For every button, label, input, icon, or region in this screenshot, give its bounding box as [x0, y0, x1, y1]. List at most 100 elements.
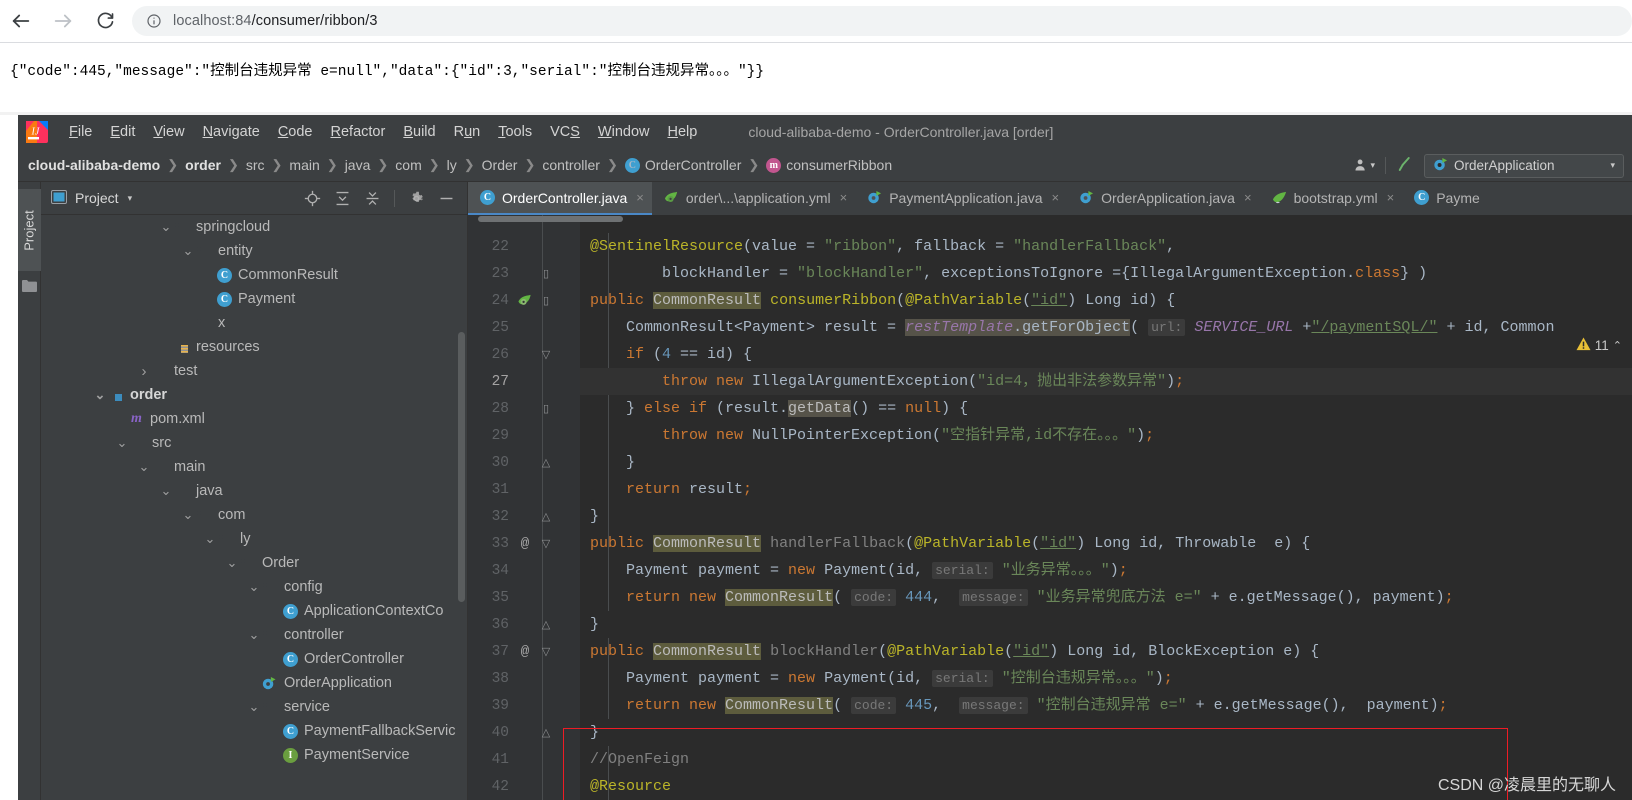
- code-line-23[interactable]: blockHandler = "blockHandler", exception…: [590, 260, 1427, 287]
- gutter-line-40[interactable]: 40 △: [468, 719, 580, 746]
- code-line-39[interactable]: return new CommonResult( code: 445, mess…: [590, 692, 1448, 719]
- folder-icon[interactable]: [22, 279, 37, 295]
- chevron-down-icon[interactable]: ⌄: [159, 220, 173, 233]
- menu-item-run[interactable]: Run: [445, 122, 490, 142]
- chevron-down-icon[interactable]: ▾: [128, 193, 133, 204]
- gutter-line-35[interactable]: 35: [468, 584, 580, 611]
- user-settings-icon[interactable]: ▾: [1353, 157, 1375, 174]
- code-line-36[interactable]: }: [590, 611, 599, 638]
- code-line-22[interactable]: @SentinelResource(value = "ribbon", fall…: [590, 233, 1175, 260]
- locate-icon[interactable]: [304, 190, 321, 207]
- fold-marker[interactable]: △: [536, 456, 556, 469]
- menu-item-edit[interactable]: Edit: [101, 122, 144, 142]
- hammer-icon[interactable]: [1396, 155, 1414, 176]
- tree-node-java[interactable]: ⌄ java: [41, 479, 467, 503]
- breadcrumb-item-cloud-alibaba-demo[interactable]: cloud-alibaba-demo: [28, 157, 160, 173]
- editor-tab-orderapplication-java[interactable]: OrderApplication.java ×: [1067, 182, 1259, 215]
- breadcrumb-item-order[interactable]: order: [185, 157, 221, 173]
- menu-item-refactor[interactable]: Refactor: [322, 122, 395, 142]
- chevron-down-icon[interactable]: ⌄: [115, 436, 129, 449]
- editor-tab-payme[interactable]: C Payme: [1402, 182, 1488, 215]
- tree-node-main[interactable]: ⌄ main: [41, 455, 467, 479]
- tree-node-x[interactable]: x: [41, 311, 467, 335]
- chevron-down-icon[interactable]: ⌄: [247, 700, 261, 713]
- code-line-42[interactable]: @Resource: [590, 773, 671, 800]
- close-icon[interactable]: ×: [636, 190, 644, 205]
- breadcrumb-item-java[interactable]: java: [345, 157, 371, 173]
- fold-marker[interactable]: △: [536, 510, 556, 523]
- reload-button[interactable]: [84, 0, 126, 42]
- code-line-40[interactable]: }: [590, 719, 599, 746]
- code-line-24[interactable]: public CommonResult consumerRibbon(@Path…: [590, 287, 1175, 314]
- fold-marker[interactable]: ▯: [536, 294, 556, 307]
- tree-node-pom-xml[interactable]: m pom.xml: [41, 407, 467, 431]
- code-line-28[interactable]: } else if (result.getData() == null) {: [590, 395, 968, 422]
- chevron-down-icon[interactable]: ⌄: [137, 460, 151, 473]
- gutter-line-39[interactable]: 39: [468, 692, 580, 719]
- inspection-status[interactable]: 11 ⌃: [1576, 337, 1622, 354]
- tool-window-tab-project[interactable]: Project: [18, 189, 41, 271]
- chevron-up-icon[interactable]: ⌃: [1613, 339, 1622, 352]
- gutter-line-41[interactable]: 41: [468, 746, 580, 773]
- tree-node-payment[interactable]: C Payment: [41, 287, 467, 311]
- project-tree[interactable]: ⌄ springcloud ⌄ entity C CommonResult C Payment…: [41, 215, 467, 800]
- tree-node-ly[interactable]: ⌄ ly: [41, 527, 467, 551]
- chevron-down-icon[interactable]: ⌄: [159, 484, 173, 497]
- code-line-33[interactable]: public CommonResult handlerFallback(@Pat…: [590, 530, 1310, 557]
- breadcrumb-item-ly[interactable]: ly: [447, 157, 457, 173]
- gutter-line-42[interactable]: 42: [468, 773, 580, 800]
- code-line-32[interactable]: }: [590, 503, 599, 530]
- tree-node-resources[interactable]: resources: [41, 335, 467, 359]
- code-text-area[interactable]: @SentinelResource(value = "ribbon", fall…: [580, 215, 1632, 800]
- editor-tab-bootstrap-yml[interactable]: bootstrap.yml ×: [1260, 182, 1403, 215]
- code-editor[interactable]: 22 23 ▯ 24 ▯ 25 26 ▽ 27 28 ▯ 29 30 △ 31 32 △ 33 @ ▽ 34 35 36 △ 3…: [468, 215, 1632, 800]
- gutter-line-29[interactable]: 29: [468, 422, 580, 449]
- tree-node-paymentfallbackservic[interactable]: C PaymentFallbackServic: [41, 719, 467, 743]
- code-line-29[interactable]: throw new NullPointerException("空指针异常,id…: [590, 422, 1154, 449]
- back-button[interactable]: [0, 0, 42, 42]
- fold-marker[interactable]: ▽: [536, 348, 556, 361]
- code-line-34[interactable]: Payment payment = new Payment(id, serial…: [590, 557, 1128, 584]
- gutter-line-37[interactable]: 37 @ ▽: [468, 638, 580, 665]
- breadcrumb-item-consumerribbon[interactable]: m consumerRibbon: [766, 157, 892, 173]
- gutter-line-33[interactable]: 33 @ ▽: [468, 530, 580, 557]
- code-line-27[interactable]: throw new IllegalArgumentException("id=4…: [580, 368, 1632, 395]
- tree-node-service[interactable]: ⌄ service: [41, 695, 467, 719]
- code-line-35[interactable]: return new CommonResult( code: 444, mess…: [590, 584, 1454, 611]
- chevron-down-icon[interactable]: ⌄: [93, 388, 107, 401]
- editor-tabs[interactable]: C OrderController.java × order\...\applicat…: [468, 182, 1632, 215]
- gutter-line-27[interactable]: 27: [468, 368, 580, 395]
- gutter-line-26[interactable]: 26 ▽: [468, 341, 580, 368]
- tree-node-paymentservice[interactable]: I PaymentService: [41, 743, 467, 767]
- gutter-line-25[interactable]: 25: [468, 314, 580, 341]
- tree-node-entity[interactable]: ⌄ entity: [41, 239, 467, 263]
- breadcrumb-item-com[interactable]: com: [395, 157, 421, 173]
- annotation-gutter-icon[interactable]: @: [514, 644, 536, 660]
- chevron-down-icon[interactable]: ⌄: [225, 556, 239, 569]
- tree-node-ordercontroller[interactable]: C OrderController: [41, 647, 467, 671]
- tree-node-orderapplication[interactable]: OrderApplication: [41, 671, 467, 695]
- run-configuration-selector[interactable]: OrderApplication ▾: [1424, 153, 1624, 178]
- fold-marker[interactable]: ▽: [536, 537, 556, 550]
- gutter-line-23[interactable]: 23 ▯: [468, 260, 580, 287]
- chevron-right-icon[interactable]: ›: [137, 363, 151, 380]
- chevron-down-icon[interactable]: ▾: [1610, 160, 1615, 171]
- tree-node-config[interactable]: ⌄ config: [41, 575, 467, 599]
- settings-gear-icon[interactable]: [408, 190, 425, 207]
- gutter-line-36[interactable]: 36 △: [468, 611, 580, 638]
- code-line-31[interactable]: return result;: [590, 476, 752, 503]
- tree-node-applicationcontextco[interactable]: C ApplicationContextCo: [41, 599, 467, 623]
- menu-item-code[interactable]: Code: [269, 122, 322, 142]
- collapse-all-icon[interactable]: [364, 190, 381, 207]
- chevron-down-icon[interactable]: ⌄: [247, 628, 261, 641]
- editor-tab-ordercontroller-java[interactable]: C OrderController.java ×: [468, 182, 652, 215]
- code-line-38[interactable]: Payment payment = new Payment(id, serial…: [590, 665, 1173, 692]
- fold-marker[interactable]: ▽: [536, 645, 556, 658]
- code-line-37[interactable]: public CommonResult blockHandler(@PathVa…: [590, 638, 1319, 665]
- tree-node-commonresult[interactable]: C CommonResult: [41, 263, 467, 287]
- menu-item-view[interactable]: View: [144, 122, 193, 142]
- menu-item-build[interactable]: Build: [394, 122, 444, 142]
- chevron-down-icon[interactable]: ⌄: [181, 508, 195, 521]
- tree-node-order[interactable]: ⌄ order: [41, 383, 467, 407]
- site-info-icon[interactable]: [146, 13, 162, 29]
